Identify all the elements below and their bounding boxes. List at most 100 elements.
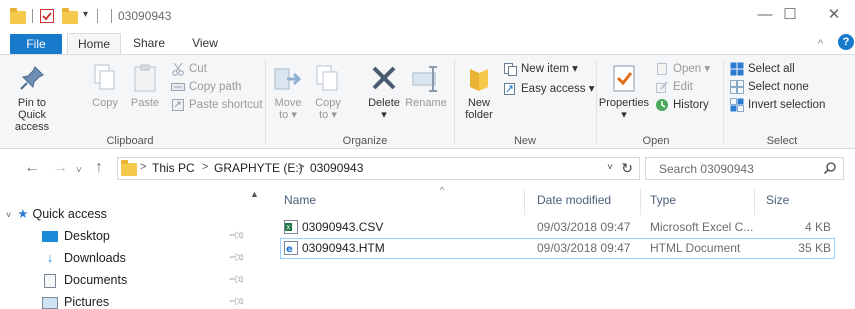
nav-downloads[interactable]: ↓ Downloads (42, 249, 126, 267)
easy-access-icon (503, 82, 517, 96)
nav-documents[interactable]: Documents (42, 271, 127, 289)
breadcrumb-this-pc[interactable]: This PC (152, 161, 195, 175)
new-item-icon (503, 62, 517, 76)
new-group-label: New (513, 135, 536, 147)
forward-arrow-icon[interactable]: → (52, 159, 68, 177)
paste-button[interactable]: Paste (128, 63, 162, 109)
download-arrow-icon: ↓ (46, 251, 54, 265)
collapse-ribbon-icon[interactable]: ^ (818, 38, 823, 50)
clipboard-group-label: Clipboard (106, 135, 154, 147)
maximize-button[interactable]: ☐ (767, 4, 813, 28)
recent-locations-chevron-icon[interactable]: ˅ (76, 162, 82, 180)
document-icon (44, 273, 56, 288)
table-row[interactable]: X 03090943.CSV 09/03/2018 09:47 Microsof… (280, 217, 835, 238)
nav-documents-label: Documents (64, 273, 128, 287)
new-folder-quick-icon[interactable] (62, 8, 78, 24)
column-header-size[interactable]: Size (766, 193, 789, 207)
cut-button[interactable]: Cut (171, 61, 207, 77)
edit-label: Edit (673, 81, 693, 93)
address-bar[interactable]: > This PC > GRAPHYTE (E:) > 03090943 ˅ ↻ (117, 157, 640, 180)
search-placeholder: Search 03090943 (659, 162, 754, 176)
search-icon[interactable] (823, 161, 837, 178)
new-folder-label-2: folder (465, 109, 493, 121)
invert-selection-button[interactable]: Invert selection (730, 97, 825, 113)
up-arrow-icon[interactable]: ↑ (95, 159, 103, 177)
delete-dropdown-icon: ▾ (381, 109, 387, 121)
excel-file-icon: X (284, 220, 298, 237)
column-header-date[interactable]: Date modified (537, 193, 611, 207)
file-date: 09/03/2018 09:47 (537, 220, 631, 234)
pin-icon (20, 66, 44, 90)
folder-icon (10, 8, 26, 24)
folder-icon (121, 160, 137, 179)
breadcrumb-drive[interactable]: GRAPHYTE (E:) (214, 161, 303, 175)
customize-quick-access-icon[interactable]: ▾ (83, 9, 88, 25)
tab-view[interactable]: View (181, 33, 229, 54)
nav-desktop[interactable]: Desktop (42, 227, 110, 245)
column-divider[interactable] (640, 189, 641, 215)
refresh-icon[interactable]: ↻ (621, 160, 633, 177)
tab-file[interactable]: File (10, 34, 62, 54)
ribbon-tabs: File Home Share View (0, 30, 855, 54)
delete-button[interactable]: Delete ▾ (362, 63, 406, 121)
select-none-button[interactable]: Select none (730, 79, 809, 95)
breadcrumb-folder[interactable]: 03090943 (310, 161, 363, 175)
back-arrow-icon[interactable]: ← (24, 159, 40, 177)
copy-to-button[interactable]: Copy to ▾ (312, 63, 344, 121)
new-item-button[interactable]: New item ▾ (503, 61, 578, 77)
open-button[interactable]: Open ▾ (655, 61, 710, 77)
properties-quick-icon[interactable] (39, 8, 55, 24)
tab-share[interactable]: Share (124, 33, 174, 54)
nav-desktop-label: Desktop (64, 229, 110, 243)
pin-icon[interactable]: 📌︎ (227, 248, 246, 267)
file-size: 35 KB (798, 241, 831, 255)
nav-pictures[interactable]: Pictures (42, 293, 109, 309)
nav-downloads-label: Downloads (64, 251, 126, 265)
ribbon: Pin to Quick access Copy Paste Cut Copy … (0, 54, 855, 149)
tab-home[interactable]: Home (67, 33, 121, 54)
properties-button[interactable]: Properties ▾ (598, 63, 650, 121)
move-to-icon (274, 68, 302, 90)
select-none-label: Select none (748, 81, 809, 93)
history-icon (655, 98, 669, 112)
column-divider[interactable] (754, 189, 755, 215)
pin-icon[interactable]: 📌︎ (227, 226, 246, 245)
expand-chevron-icon[interactable]: ˅ (6, 210, 11, 220)
pin-icon[interactable]: 📌︎ (227, 270, 246, 289)
pin-icon[interactable]: 📌︎ (227, 292, 246, 309)
scroll-up-arrow-icon[interactable]: ▲ (250, 189, 259, 199)
select-all-button[interactable]: Select all (730, 61, 795, 77)
move-to-button[interactable]: Move to ▾ (272, 63, 304, 121)
paste-shortcut-button[interactable]: Paste shortcut (171, 97, 263, 113)
help-icon[interactable]: ? (838, 34, 854, 50)
new-folder-button[interactable]: New folder (459, 63, 499, 121)
address-dropdown-icon[interactable]: ˅ (607, 162, 613, 173)
pin-to-quick-access-button[interactable]: Pin to Quick access (4, 63, 60, 133)
file-size: 4 KB (804, 220, 831, 234)
copy-path-icon (171, 80, 185, 94)
rename-button[interactable]: Rename (404, 63, 448, 109)
svg-text:X: X (286, 225, 290, 232)
pin-label-1: Pin to Quick (17, 97, 47, 121)
nav-quick-access[interactable]: ˅ ★ Quick access (6, 205, 107, 223)
copy-path-button[interactable]: Copy path (171, 79, 241, 95)
divider (111, 9, 112, 23)
copy-to-label-2: to ▾ (319, 109, 337, 121)
search-input[interactable]: Search 03090943 (645, 157, 844, 180)
select-all-label: Select all (748, 63, 795, 75)
edit-button[interactable]: Edit (655, 79, 693, 95)
breadcrumb-separator: > (140, 161, 147, 173)
history-button[interactable]: History (655, 97, 709, 113)
copy-button[interactable]: Copy (88, 63, 122, 109)
column-header-name[interactable]: Name (284, 193, 316, 207)
new-folder-label-1: New (467, 97, 490, 109)
easy-access-button[interactable]: Easy access ▾ (503, 81, 595, 97)
delete-x-icon (372, 66, 396, 90)
close-button[interactable]: ✕ (811, 4, 855, 28)
column-divider[interactable] (524, 189, 525, 215)
cut-label: Cut (189, 63, 207, 75)
file-name: 03090943.CSV (302, 220, 384, 234)
table-row[interactable]: e 03090943.HTM 09/03/2018 09:47 HTML Doc… (280, 238, 835, 259)
column-header-type[interactable]: Type (650, 193, 676, 207)
select-group-label: Select (766, 135, 798, 147)
